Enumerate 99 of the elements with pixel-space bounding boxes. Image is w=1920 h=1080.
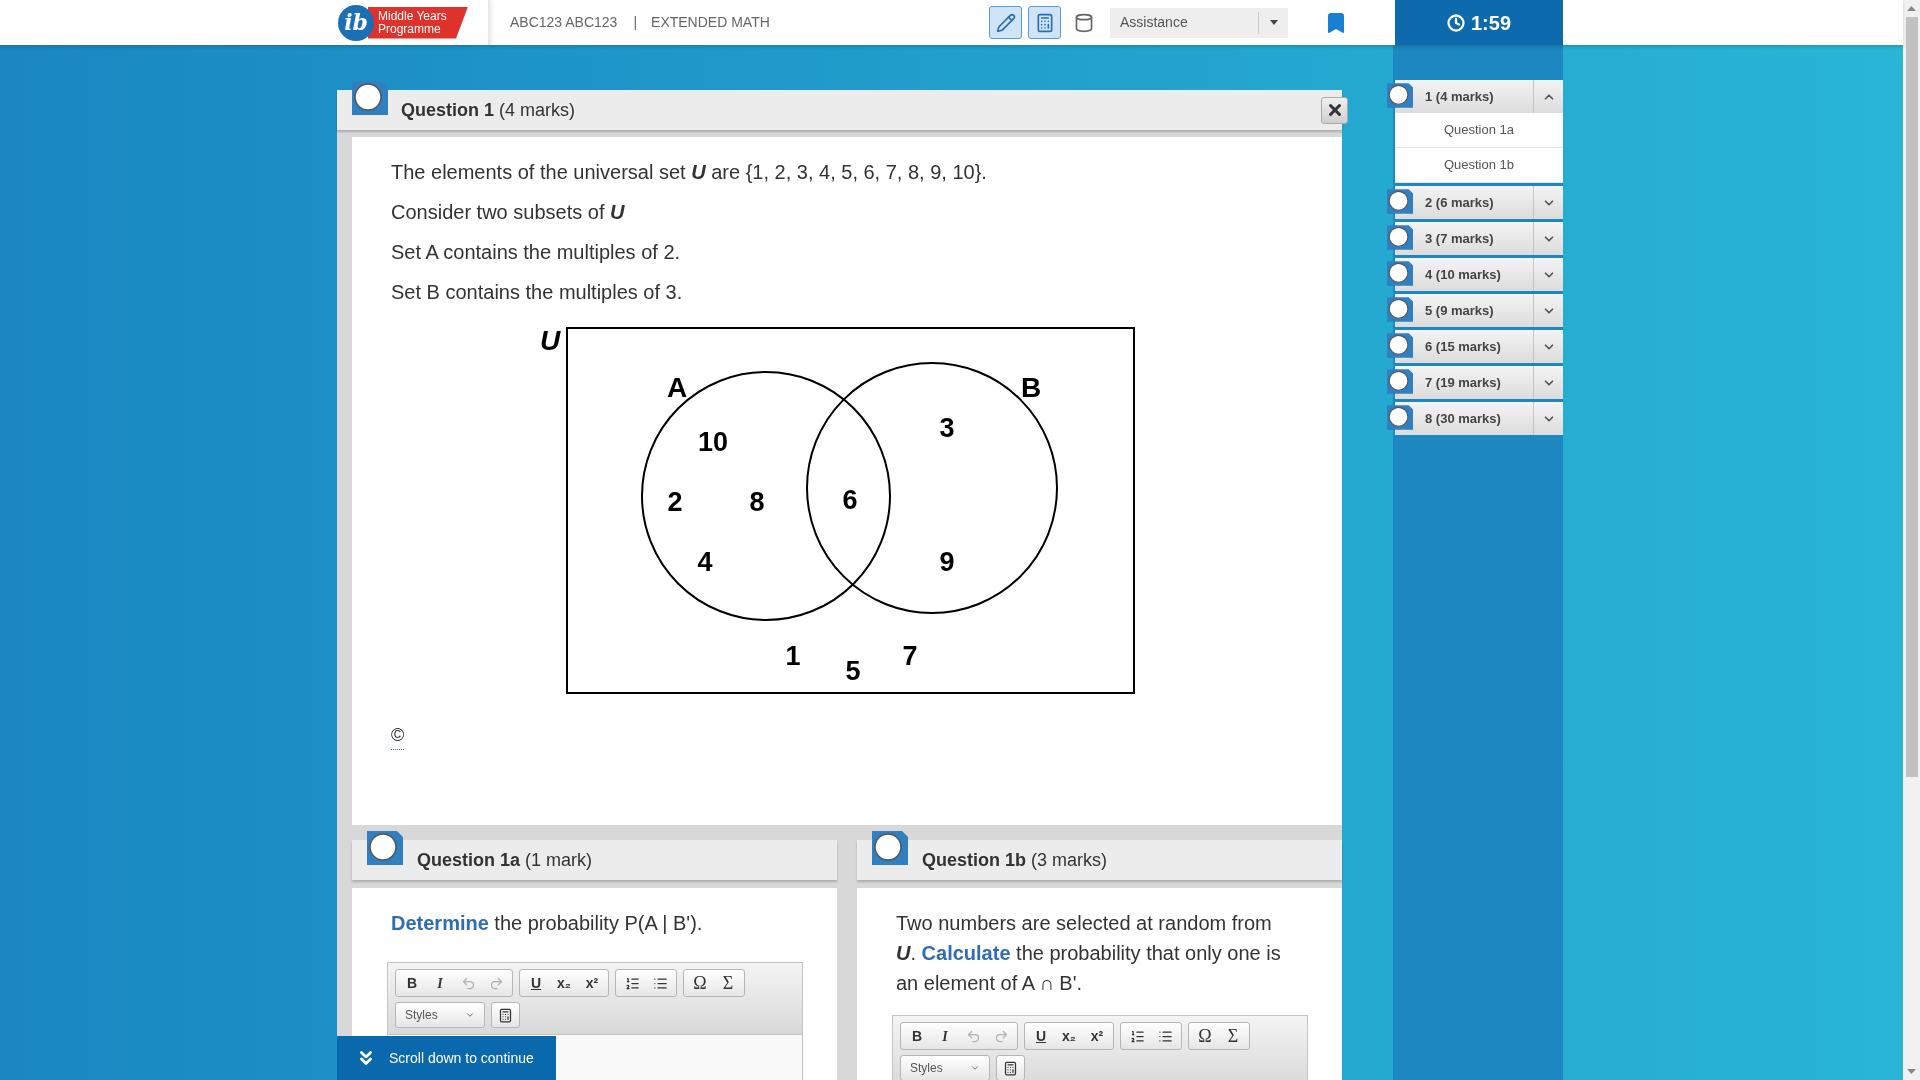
bold-button[interactable]: B [903, 1023, 931, 1049]
flag-icon[interactable] [1387, 261, 1413, 286]
question-prompt: Two numbers are selected at random from U. Calculate the probability that only one is an element of A ∩ B'. [896, 911, 1282, 996]
element-label: 9 [939, 547, 955, 577]
question-nav-label: 5 (9 marks) [1425, 301, 1495, 320]
scroll-down-toast[interactable]: Scroll down to continue [337, 1036, 556, 1080]
styles-dropdown[interactable]: Styles [395, 1002, 485, 1028]
list-icon [1129, 1028, 1145, 1044]
flag-icon[interactable] [1387, 405, 1413, 430]
superscript-button[interactable]: x² [578, 970, 606, 996]
styles-dropdown[interactable]: Styles [900, 1055, 990, 1080]
element-label: 1 [785, 641, 801, 671]
flag-icon[interactable] [1387, 333, 1413, 358]
question-nav-item[interactable]: 6 (15 marks) [1395, 330, 1563, 363]
italic-button[interactable]: I [426, 970, 454, 996]
question-nav-label: 3 (7 marks) [1425, 229, 1495, 248]
list-icon [652, 975, 668, 991]
question-title: Question 1 (4 marks) [401, 98, 575, 122]
element-label: 2 [667, 487, 683, 517]
undo-icon [460, 975, 476, 991]
subscript-button[interactable]: x₂ [1055, 1023, 1083, 1049]
question-nav-item[interactable]: 8 (30 marks) [1395, 402, 1563, 435]
calculator-icon [498, 1007, 513, 1023]
flag-icon[interactable] [1387, 369, 1413, 394]
close-button[interactable] [1321, 96, 1348, 124]
element-label: 7 [902, 641, 918, 671]
cylinder-icon [1073, 12, 1094, 33]
element-label: 6 [842, 485, 858, 515]
question-nav-label: 6 (15 marks) [1425, 337, 1502, 356]
element-label: 10 [698, 427, 728, 457]
question-nav-item[interactable]: 1 (4 marks) [1395, 80, 1563, 113]
flag-icon[interactable] [1387, 225, 1413, 250]
timer: 1:59 [1395, 0, 1563, 45]
question-nav-label: 4 (10 marks) [1425, 265, 1502, 284]
flag-icon[interactable] [1387, 83, 1413, 108]
question-nav-label: 1 (4 marks) [1425, 87, 1495, 106]
question-nav-label: 7 (19 marks) [1425, 373, 1502, 392]
scroll-down-icon[interactable] [1907, 1069, 1916, 1074]
clock-icon [1447, 13, 1465, 32]
pen-icon [995, 12, 1016, 33]
list-icon [1157, 1028, 1173, 1044]
underline-button[interactable]: U [522, 970, 550, 996]
scroll-up-icon[interactable] [1907, 6, 1916, 11]
calculator-insert-button[interactable] [491, 1002, 520, 1028]
omega-button[interactable]: Ω [686, 970, 714, 996]
question-text: The elements of the universal set U are {1, 2, 3, 4, 5, 6, 7, 8, 9, 10}. [391, 160, 988, 185]
redo-icon [488, 975, 504, 991]
question-nav-item[interactable]: 4 (10 marks) [1395, 258, 1563, 291]
flag-icon[interactable] [352, 81, 388, 115]
pen-tool-button[interactable] [989, 6, 1022, 39]
sigma-button[interactable]: Σ [1219, 1023, 1247, 1049]
flag-icon[interactable] [367, 831, 403, 865]
superscript-button[interactable]: x² [1083, 1023, 1111, 1049]
question-text: Set A contains the multiples of 2. [391, 240, 682, 265]
caret-icon [1269, 20, 1278, 25]
list-icon [624, 975, 640, 991]
question-nav-label: 8 (30 marks) [1425, 409, 1502, 428]
question-text: Set B contains the multiples of 3. [391, 280, 684, 305]
calculator-icon [1003, 1060, 1018, 1076]
flag-icon[interactable] [1387, 297, 1413, 322]
scrollbar[interactable] [1903, 0, 1920, 1080]
question-text: Consider two subsets of U [391, 200, 626, 225]
assistance-dropdown[interactable]: Assistance [1110, 7, 1288, 38]
caret-icon [465, 1010, 475, 1020]
question-prompt: Determine the probability P(A | B'). [391, 911, 704, 936]
element-label: 8 [749, 487, 765, 517]
question-title: Question 1a (1 mark) [417, 848, 593, 872]
calculator-insert-button[interactable] [996, 1055, 1025, 1080]
sigma-button[interactable]: Σ [714, 970, 742, 996]
set-label: A [666, 372, 688, 403]
question-nav-item[interactable]: 7 (19 marks) [1395, 366, 1563, 399]
question-nav-label: 2 (6 marks) [1425, 193, 1495, 212]
underline-button[interactable]: U [1027, 1023, 1055, 1049]
question-nav-item[interactable]: 5 (9 marks) [1395, 294, 1563, 327]
flag-icon[interactable] [1387, 189, 1413, 214]
question-nav-item[interactable]: 2 (6 marks) [1395, 186, 1563, 219]
calculator-tool-button[interactable] [1028, 6, 1061, 39]
redo-icon [993, 1028, 1009, 1044]
italic-button[interactable]: I [931, 1023, 959, 1049]
caret-icon [970, 1063, 980, 1073]
candidate-id: ABC123 ABC123 [510, 13, 618, 32]
separator: | [633, 13, 638, 32]
sub-question-item[interactable]: Question 1b [1395, 148, 1563, 183]
flag-icon[interactable] [872, 831, 908, 865]
universe-label: U [539, 325, 561, 356]
question-nav-item[interactable]: 3 (7 marks) [1395, 222, 1563, 255]
copyright-link[interactable]: © [391, 722, 405, 750]
scrollbar-thumb[interactable] [1905, 17, 1918, 777]
element-label: 5 [845, 656, 861, 686]
omega-button[interactable]: Ω [1191, 1023, 1219, 1049]
element-label: 3 [939, 413, 955, 443]
set-label: B [1020, 372, 1042, 403]
undo-icon [965, 1028, 981, 1044]
element-label: 4 [697, 547, 713, 577]
bold-button[interactable]: B [398, 970, 426, 996]
sub-question-item[interactable]: Question 1a [1395, 113, 1563, 148]
question-title: Question 1b (3 marks) [922, 848, 1107, 872]
subscript-button[interactable]: x₂ [550, 970, 578, 996]
exam-title: EXTENDED MATH [651, 13, 770, 32]
